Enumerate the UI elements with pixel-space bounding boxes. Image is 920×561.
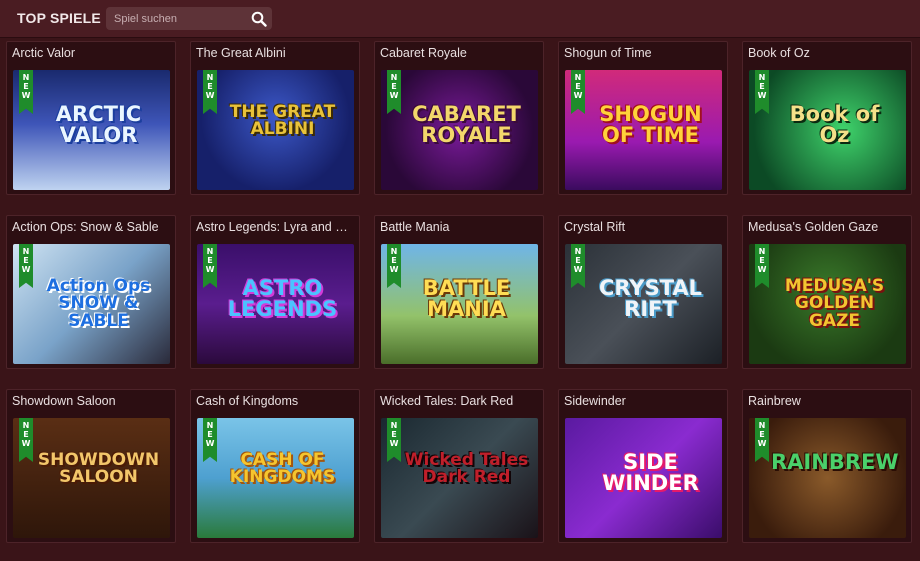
game-logo-art: Wicked Tales Dark Red (404, 450, 529, 488)
game-thumbnail[interactable]: Book of Oz N E W (749, 70, 906, 190)
new-badge: N E W (755, 418, 769, 462)
game-thumbnail[interactable]: SHOGUN OF TIME N E W (565, 70, 722, 190)
game-title[interactable]: Arctic Valor (12, 46, 172, 60)
game-thumbnail[interactable]: CASH OF KINGDOMS N E W (197, 418, 354, 538)
game-title[interactable]: Cabaret Royale (380, 46, 540, 60)
new-badge: N E W (571, 70, 585, 114)
game-thumbnail[interactable]: ASTRO LEGENDS N E W (197, 244, 354, 364)
game-card[interactable]: Showdown Saloon SHOWDOWN SALOON N E W (6, 389, 176, 543)
game-title[interactable]: Shogun of Time (564, 46, 724, 60)
game-card[interactable]: Action Ops: Snow & Sable Action Ops SNOW … (6, 215, 176, 369)
game-logo-art: CASH OF KINGDOMS (229, 450, 336, 488)
game-title[interactable]: The Great Albini (196, 46, 356, 60)
game-logo-art: MEDUSA'S GOLDEN GAZE (784, 276, 885, 331)
game-thumbnail[interactable]: BATTLE MANIA N E W (381, 244, 538, 364)
game-logo-art: SHOWDOWN SALOON (37, 450, 160, 488)
game-card[interactable]: Arctic Valor ARCTIC VALOR N E W (6, 41, 176, 195)
game-title[interactable]: Showdown Saloon (12, 394, 172, 408)
new-badge-label: N E W (21, 421, 31, 448)
game-thumbnail[interactable]: MEDUSA'S GOLDEN GAZE N E W (749, 244, 906, 364)
game-thumbnail[interactable]: THE GREAT ALBINI N E W (197, 70, 354, 190)
game-logo-art: SIDE WINDER (602, 450, 699, 496)
game-card[interactable]: Shogun of Time SHOGUN OF TIME N E W (558, 41, 728, 195)
game-card[interactable]: Cabaret Royale CABARET ROYALE N E W (374, 41, 544, 195)
game-card[interactable]: Book of Oz Book of Oz N E W (742, 41, 912, 195)
new-badge: N E W (387, 418, 401, 462)
new-badge: N E W (755, 244, 769, 288)
search-input[interactable] (106, 7, 254, 30)
top-games-header: TOP SPIELE (0, 0, 920, 38)
new-badge-label: N E W (205, 421, 215, 448)
new-badge: N E W (571, 244, 585, 288)
game-card[interactable]: Astro Legends: Lyra and Erion ASTRO LEGEN… (190, 215, 360, 369)
game-logo-art: CABARET ROYALE (412, 102, 521, 148)
new-badge: N E W (203, 70, 217, 114)
game-logo-art: THE GREAT ALBINI (229, 102, 336, 140)
game-card[interactable]: Crystal Rift CRYSTAL RIFT N E W (558, 215, 728, 369)
game-card[interactable]: Rainbrew RAINBREW N E W (742, 389, 912, 543)
game-title[interactable]: Action Ops: Snow & Sable (12, 220, 172, 234)
new-badge: N E W (755, 70, 769, 114)
new-badge-label: N E W (573, 73, 583, 100)
game-title[interactable]: Sidewinder (564, 394, 724, 408)
game-title[interactable]: Book of Oz (748, 46, 908, 60)
game-thumbnail[interactable]: SHOWDOWN SALOON N E W (13, 418, 170, 538)
game-card[interactable]: Cash of Kingdoms CASH OF KINGDOMS N E W (190, 389, 360, 543)
search-icon[interactable] (251, 11, 267, 27)
game-thumbnail[interactable]: ARCTIC VALOR N E W (13, 70, 170, 190)
game-thumbnail[interactable]: Action Ops SNOW & SABLE N E W (13, 244, 170, 364)
section-title: TOP SPIELE (17, 10, 101, 26)
game-thumbnail[interactable]: Wicked Tales Dark Red N E W (381, 418, 538, 538)
game-logo-art: SHOGUN OF TIME (599, 102, 702, 148)
new-badge-label: N E W (757, 73, 767, 100)
new-badge: N E W (19, 244, 33, 288)
game-thumbnail[interactable]: CRYSTAL RIFT N E W (565, 244, 722, 364)
games-grid: Arctic Valor ARCTIC VALOR N E W The Great A… (0, 40, 920, 561)
search-box[interactable] (106, 7, 272, 30)
game-title[interactable]: Wicked Tales: Dark Red (380, 394, 540, 408)
game-card[interactable]: The Great Albini THE GREAT ALBINI N E W (190, 41, 360, 195)
game-logo-art: CRYSTAL RIFT (598, 276, 703, 322)
game-logo-art: Book of Oz (789, 102, 880, 148)
new-badge-label: N E W (757, 421, 767, 448)
new-badge-label: N E W (21, 73, 31, 100)
game-logo-art: BATTLE MANIA (422, 276, 511, 322)
game-logo-art: RAINBREW (771, 450, 899, 474)
game-title[interactable]: Rainbrew (748, 394, 908, 408)
game-title[interactable]: Battle Mania (380, 220, 540, 234)
new-badge-label: N E W (21, 247, 31, 274)
new-badge-label: N E W (389, 421, 399, 448)
new-badge-label: N E W (389, 73, 399, 100)
new-badge-label: N E W (757, 247, 767, 274)
game-logo-art: ARCTIC VALOR (55, 102, 142, 148)
game-title[interactable]: Medusa's Golden Gaze (748, 220, 908, 234)
game-card[interactable]: Battle Mania BATTLE MANIA N E W (374, 215, 544, 369)
new-badge: N E W (203, 418, 217, 462)
game-card[interactable]: Sidewinder SIDE WINDER (558, 389, 728, 543)
new-badge: N E W (203, 244, 217, 288)
new-badge-label: N E W (205, 247, 215, 274)
game-logo-art: Action Ops SNOW & SABLE (46, 276, 151, 331)
game-title[interactable]: Crystal Rift (564, 220, 724, 234)
new-badge: N E W (387, 70, 401, 114)
new-badge: N E W (19, 70, 33, 114)
new-badge: N E W (19, 418, 33, 462)
game-thumbnail[interactable]: CABARET ROYALE N E W (381, 70, 538, 190)
game-title[interactable]: Astro Legends: Lyra and Erion (196, 220, 356, 234)
new-badge-label: N E W (573, 247, 583, 274)
new-badge: N E W (387, 244, 401, 288)
game-logo-art: ASTRO LEGENDS (227, 276, 338, 322)
game-card[interactable]: Medusa's Golden Gaze MEDUSA'S GOLDEN GAZE… (742, 215, 912, 369)
new-badge-label: N E W (205, 73, 215, 100)
game-thumbnail[interactable]: SIDE WINDER (565, 418, 722, 538)
game-card[interactable]: Wicked Tales: Dark Red Wicked Tales Dark … (374, 389, 544, 543)
new-badge-label: N E W (389, 247, 399, 274)
game-thumbnail[interactable]: RAINBREW N E W (749, 418, 906, 538)
game-title[interactable]: Cash of Kingdoms (196, 394, 356, 408)
